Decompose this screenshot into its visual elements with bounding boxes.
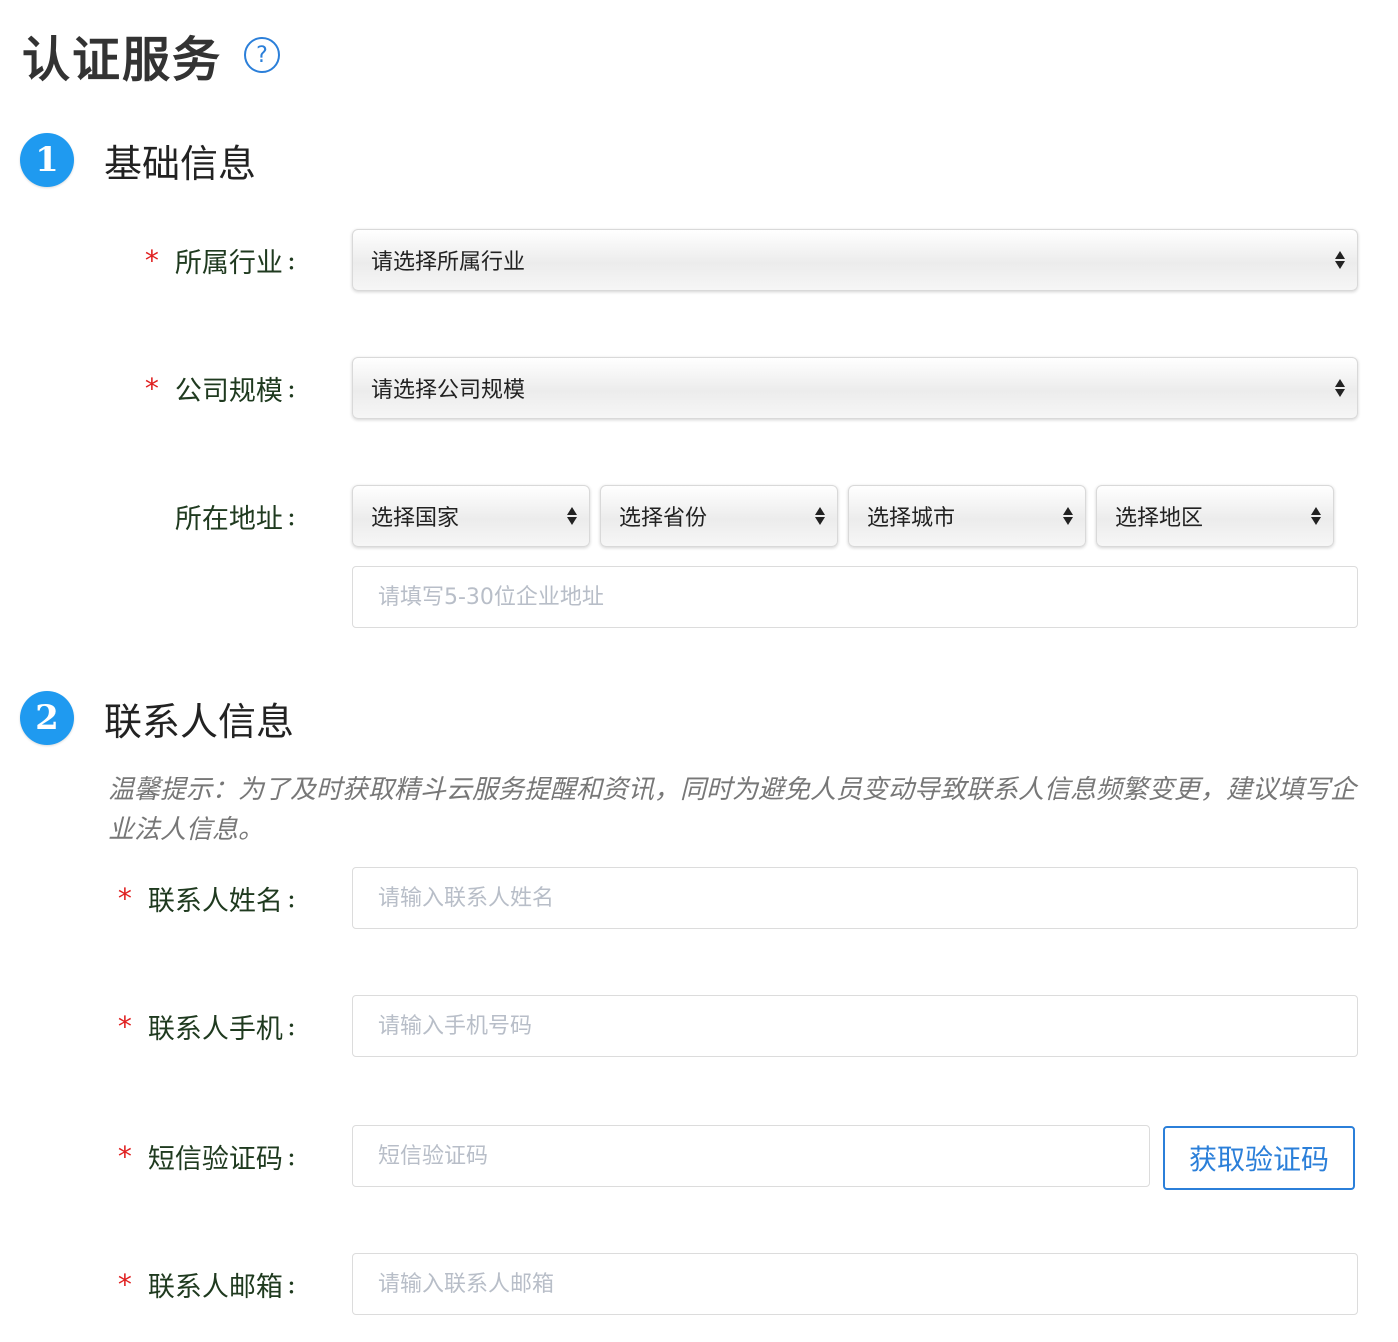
required-mark: *	[144, 243, 159, 277]
city-select[interactable]: 选择城市	[848, 485, 1086, 547]
province-select-value: 选择省份	[619, 506, 708, 531]
address-label: 所在地址:	[100, 485, 296, 547]
section-basic-header: 1 基础信息	[20, 132, 256, 188]
industry-select[interactable]: 请选择所属行业	[352, 229, 1358, 291]
section-basic-title: 基础信息	[104, 141, 257, 186]
scale-label-text: 公司规模	[174, 375, 283, 407]
section-contact-title: 联系人信息	[104, 699, 295, 744]
step-two-icon: 2	[20, 691, 74, 745]
sms-code-label: * 短信验证码:	[100, 1125, 296, 1187]
required-mark: *	[144, 371, 159, 405]
scale-select[interactable]: 请选择公司规模	[352, 357, 1358, 419]
label-colon: :	[286, 244, 296, 276]
contact-name-label-text: 联系人姓名	[147, 885, 283, 917]
select-arrows-icon	[1063, 507, 1073, 525]
title-row: 认证服务 ?	[22, 24, 281, 88]
required-mark: *	[117, 1267, 132, 1301]
industry-label-text: 所属行业	[174, 247, 283, 279]
required-mark: *	[117, 1009, 132, 1043]
contact-phone-label: * 联系人手机:	[100, 995, 296, 1057]
get-code-button[interactable]: 获取验证码	[1163, 1126, 1355, 1190]
select-arrows-icon	[1335, 251, 1345, 269]
label-colon: :	[286, 1010, 296, 1042]
label-colon: :	[286, 1140, 296, 1172]
country-select-value: 选择国家	[371, 506, 460, 531]
page-title: 认证服务	[22, 32, 223, 88]
contact-email-label: * 联系人邮箱:	[100, 1253, 296, 1315]
city-select-value: 选择城市	[867, 506, 956, 531]
scale-label: * 公司规模:	[100, 357, 296, 419]
sms-code-input[interactable]	[352, 1125, 1150, 1187]
step-one-icon: 1	[20, 133, 74, 187]
label-colon: :	[286, 1268, 296, 1300]
section-contact-header: 2 联系人信息	[20, 690, 294, 746]
district-select[interactable]: 选择地区	[1096, 485, 1334, 547]
select-arrows-icon	[815, 507, 825, 525]
contact-tip: 温馨提示：为了及时获取精斗云服务提醒和资讯，同时为避免人员变动导致联系人信息频繁…	[108, 775, 1357, 845]
select-arrows-icon	[567, 507, 577, 525]
country-select[interactable]: 选择国家	[352, 485, 590, 547]
industry-select-value: 请选择所属行业	[371, 250, 526, 275]
province-select[interactable]: 选择省份	[600, 485, 838, 547]
address-label-text: 所在地址	[174, 503, 283, 535]
select-arrows-icon	[1335, 379, 1345, 397]
sms-code-label-text: 短信验证码	[147, 1143, 283, 1175]
contact-name-input[interactable]	[352, 867, 1358, 929]
label-colon: :	[286, 372, 296, 404]
contact-phone-input[interactable]	[352, 995, 1358, 1057]
industry-label: * 所属行业:	[100, 229, 296, 291]
required-mark: *	[117, 1139, 132, 1173]
contact-email-label-text: 联系人邮箱	[147, 1271, 283, 1303]
certification-page: 认证服务 ? 1 基础信息 * 所属行业: 请选择所属行业 * 公司规模: 请选…	[0, 0, 1398, 1342]
contact-email-input[interactable]	[352, 1253, 1358, 1315]
label-colon: :	[286, 500, 296, 532]
district-select-value: 选择地区	[1115, 506, 1204, 531]
label-colon: :	[286, 882, 296, 914]
contact-phone-label-text: 联系人手机	[147, 1013, 283, 1045]
select-arrows-icon	[1311, 507, 1321, 525]
scale-select-value: 请选择公司规模	[371, 378, 526, 403]
address-detail-input[interactable]	[352, 566, 1358, 628]
required-mark: *	[117, 881, 132, 915]
help-icon[interactable]: ?	[244, 37, 281, 73]
contact-name-label: * 联系人姓名:	[100, 867, 296, 929]
